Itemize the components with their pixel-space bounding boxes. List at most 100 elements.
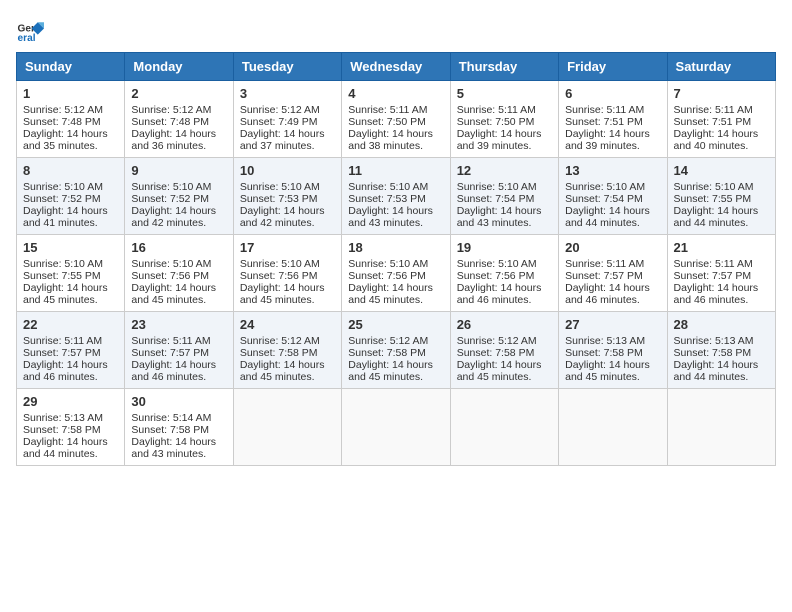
day-number: 22 (23, 317, 118, 332)
day-number: 30 (131, 394, 226, 409)
day-number: 20 (565, 240, 660, 255)
sunset-label: Sunset: 7:48 PM (23, 116, 101, 128)
sunrise-label: Sunrise: 5:14 AM (131, 412, 211, 424)
daylight-label: Daylight: 14 hours and 44 minutes. (565, 205, 650, 229)
day-number: 29 (23, 394, 118, 409)
daylight-label: Daylight: 14 hours and 46 minutes. (457, 282, 542, 306)
day-number: 2 (131, 86, 226, 101)
day-number: 5 (457, 86, 552, 101)
daylight-label: Daylight: 14 hours and 43 minutes. (348, 205, 433, 229)
day-number: 21 (674, 240, 769, 255)
daylight-label: Daylight: 14 hours and 45 minutes. (457, 359, 542, 383)
daylight-label: Daylight: 14 hours and 46 minutes. (23, 359, 108, 383)
sunset-label: Sunset: 7:55 PM (674, 193, 752, 205)
sunrise-label: Sunrise: 5:10 AM (23, 181, 103, 193)
sunrise-label: Sunrise: 5:12 AM (23, 104, 103, 116)
day-number: 25 (348, 317, 443, 332)
calendar-cell: 20 Sunrise: 5:11 AM Sunset: 7:57 PM Dayl… (559, 235, 667, 312)
day-number: 1 (23, 86, 118, 101)
calendar-week-row: 22 Sunrise: 5:11 AM Sunset: 7:57 PM Dayl… (17, 312, 776, 389)
calendar-cell: 16 Sunrise: 5:10 AM Sunset: 7:56 PM Dayl… (125, 235, 233, 312)
calendar-cell: 22 Sunrise: 5:11 AM Sunset: 7:57 PM Dayl… (17, 312, 125, 389)
sunset-label: Sunset: 7:52 PM (131, 193, 209, 205)
daylight-label: Daylight: 14 hours and 40 minutes. (674, 128, 759, 152)
header-day-sunday: Sunday (17, 53, 125, 81)
calendar-week-row: 8 Sunrise: 5:10 AM Sunset: 7:52 PM Dayli… (17, 158, 776, 235)
sunset-label: Sunset: 7:53 PM (240, 193, 318, 205)
sunset-label: Sunset: 7:56 PM (348, 270, 426, 282)
calendar-cell: 7 Sunrise: 5:11 AM Sunset: 7:51 PM Dayli… (667, 81, 775, 158)
day-number: 6 (565, 86, 660, 101)
sunrise-label: Sunrise: 5:10 AM (131, 258, 211, 270)
sunrise-label: Sunrise: 5:12 AM (131, 104, 211, 116)
day-number: 12 (457, 163, 552, 178)
calendar-cell: 17 Sunrise: 5:10 AM Sunset: 7:56 PM Dayl… (233, 235, 341, 312)
sunrise-label: Sunrise: 5:13 AM (674, 335, 754, 347)
calendar-cell: 11 Sunrise: 5:10 AM Sunset: 7:53 PM Dayl… (342, 158, 450, 235)
sunrise-label: Sunrise: 5:10 AM (23, 258, 103, 270)
calendar-cell: 27 Sunrise: 5:13 AM Sunset: 7:58 PM Dayl… (559, 312, 667, 389)
day-number: 3 (240, 86, 335, 101)
sunrise-label: Sunrise: 5:10 AM (457, 258, 537, 270)
calendar-cell: 1 Sunrise: 5:12 AM Sunset: 7:48 PM Dayli… (17, 81, 125, 158)
calendar-cell: 24 Sunrise: 5:12 AM Sunset: 7:58 PM Dayl… (233, 312, 341, 389)
sunset-label: Sunset: 7:56 PM (457, 270, 535, 282)
daylight-label: Daylight: 14 hours and 44 minutes. (23, 436, 108, 460)
daylight-label: Daylight: 14 hours and 45 minutes. (348, 359, 433, 383)
sunset-label: Sunset: 7:54 PM (565, 193, 643, 205)
calendar-cell: 9 Sunrise: 5:10 AM Sunset: 7:52 PM Dayli… (125, 158, 233, 235)
calendar-cell: 15 Sunrise: 5:10 AM Sunset: 7:55 PM Dayl… (17, 235, 125, 312)
day-number: 8 (23, 163, 118, 178)
daylight-label: Daylight: 14 hours and 37 minutes. (240, 128, 325, 152)
day-number: 7 (674, 86, 769, 101)
sunset-label: Sunset: 7:58 PM (23, 424, 101, 436)
day-number: 4 (348, 86, 443, 101)
sunset-label: Sunset: 7:56 PM (131, 270, 209, 282)
day-number: 14 (674, 163, 769, 178)
calendar-cell: 21 Sunrise: 5:11 AM Sunset: 7:57 PM Dayl… (667, 235, 775, 312)
daylight-label: Daylight: 14 hours and 38 minutes. (348, 128, 433, 152)
day-number: 11 (348, 163, 443, 178)
sunset-label: Sunset: 7:56 PM (240, 270, 318, 282)
calendar-cell: 8 Sunrise: 5:10 AM Sunset: 7:52 PM Dayli… (17, 158, 125, 235)
daylight-label: Daylight: 14 hours and 45 minutes. (131, 282, 216, 306)
day-number: 13 (565, 163, 660, 178)
calendar-table: SundayMondayTuesdayWednesdayThursdayFrid… (16, 52, 776, 466)
daylight-label: Daylight: 14 hours and 43 minutes. (131, 436, 216, 460)
page-header: Gen eral (16, 16, 776, 44)
sunset-label: Sunset: 7:48 PM (131, 116, 209, 128)
calendar-cell: 23 Sunrise: 5:11 AM Sunset: 7:57 PM Dayl… (125, 312, 233, 389)
sunset-label: Sunset: 7:54 PM (457, 193, 535, 205)
day-number: 18 (348, 240, 443, 255)
header-day-tuesday: Tuesday (233, 53, 341, 81)
daylight-label: Daylight: 14 hours and 41 minutes. (23, 205, 108, 229)
sunrise-label: Sunrise: 5:11 AM (565, 258, 644, 270)
calendar-cell: 18 Sunrise: 5:10 AM Sunset: 7:56 PM Dayl… (342, 235, 450, 312)
day-number: 28 (674, 317, 769, 332)
calendar-cell (667, 389, 775, 466)
sunset-label: Sunset: 7:58 PM (240, 347, 318, 359)
calendar-cell: 28 Sunrise: 5:13 AM Sunset: 7:58 PM Dayl… (667, 312, 775, 389)
calendar-cell: 5 Sunrise: 5:11 AM Sunset: 7:50 PM Dayli… (450, 81, 558, 158)
logo: Gen eral (16, 16, 48, 44)
daylight-label: Daylight: 14 hours and 35 minutes. (23, 128, 108, 152)
daylight-label: Daylight: 14 hours and 42 minutes. (131, 205, 216, 229)
header-day-wednesday: Wednesday (342, 53, 450, 81)
calendar-cell: 19 Sunrise: 5:10 AM Sunset: 7:56 PM Dayl… (450, 235, 558, 312)
daylight-label: Daylight: 14 hours and 46 minutes. (565, 282, 650, 306)
day-number: 26 (457, 317, 552, 332)
sunrise-label: Sunrise: 5:13 AM (23, 412, 103, 424)
sunset-label: Sunset: 7:58 PM (674, 347, 752, 359)
sunset-label: Sunset: 7:57 PM (565, 270, 643, 282)
logo-icon: Gen eral (16, 16, 44, 44)
sunrise-label: Sunrise: 5:10 AM (240, 181, 320, 193)
sunset-label: Sunset: 7:55 PM (23, 270, 101, 282)
sunset-label: Sunset: 7:52 PM (23, 193, 101, 205)
day-number: 10 (240, 163, 335, 178)
daylight-label: Daylight: 14 hours and 45 minutes. (348, 282, 433, 306)
sunrise-label: Sunrise: 5:10 AM (348, 258, 428, 270)
daylight-label: Daylight: 14 hours and 43 minutes. (457, 205, 542, 229)
daylight-label: Daylight: 14 hours and 46 minutes. (674, 282, 759, 306)
calendar-cell: 2 Sunrise: 5:12 AM Sunset: 7:48 PM Dayli… (125, 81, 233, 158)
sunrise-label: Sunrise: 5:10 AM (565, 181, 645, 193)
